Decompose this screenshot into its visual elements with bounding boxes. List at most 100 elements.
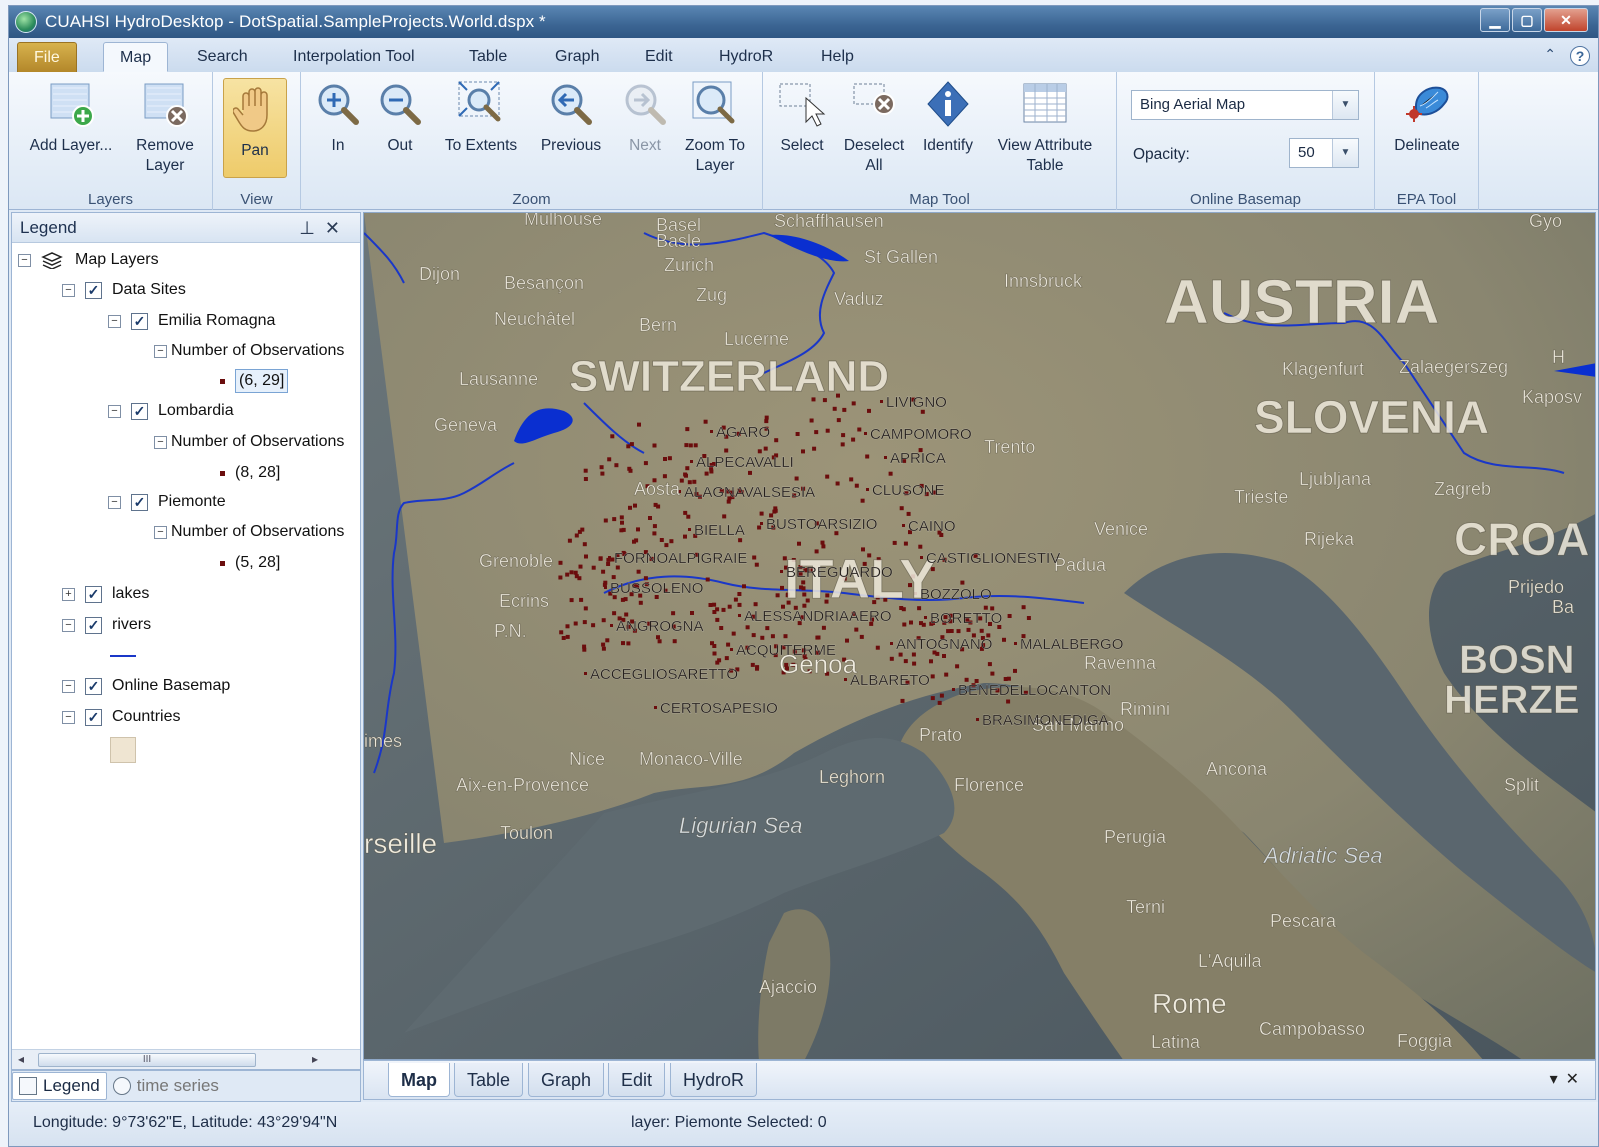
select-button[interactable]: Select [773, 78, 831, 156]
tree-node-online-basemap[interactable]: − ✓ Online Basemap [62, 677, 230, 695]
site-marker [690, 611, 694, 615]
opacity-select[interactable]: 50 ▼ [1289, 138, 1359, 168]
checkbox-checked[interactable]: ✓ [85, 616, 102, 634]
collapse-icon[interactable]: − [154, 435, 167, 449]
tree-node-emilia-romagna[interactable]: − ✓ Emilia Romagna [108, 312, 275, 330]
tab-map[interactable]: Map [103, 42, 169, 72]
scroll-right-icon[interactable]: ▸ [312, 1052, 318, 1066]
checkbox-checked[interactable]: ✓ [85, 281, 102, 299]
chevron-down-icon[interactable]: ▼ [1332, 91, 1358, 119]
site-marker [558, 560, 563, 565]
collapse-icon[interactable]: − [108, 404, 121, 418]
site-marker [832, 406, 837, 411]
delineate-button[interactable]: Delineate [1385, 78, 1469, 156]
zoom-previous-button[interactable]: Previous [531, 78, 611, 156]
collapse-icon[interactable]: − [108, 495, 121, 509]
zoom-to-layer-button[interactable]: Zoom To Layer [677, 78, 753, 176]
close-icon[interactable]: ✕ [325, 218, 350, 238]
checkbox-checked[interactable]: ✓ [131, 493, 148, 511]
tree-node-number-of-observations[interactable]: − Number of Observations [154, 433, 344, 451]
scroll-left-icon[interactable]: ◂ [18, 1052, 24, 1066]
tree-node-lombardia[interactable]: − ✓ Lombardia [108, 402, 234, 420]
tab-legend[interactable]: Legend [12, 1072, 107, 1100]
add-layer-button[interactable]: Add Layer... [21, 78, 121, 156]
map-tab-table[interactable]: Table [454, 1063, 524, 1097]
pin-icon[interactable]: ⊥ [299, 218, 325, 238]
legend-horizontal-scrollbar[interactable]: ◂ III ▸ [12, 1049, 360, 1069]
tab-graph[interactable]: Graph [539, 42, 615, 72]
tab-edit[interactable]: Edit [629, 42, 689, 72]
tree-node-symbol-range[interactable]: (8, 28] [220, 464, 280, 482]
collapse-icon[interactable]: − [62, 710, 75, 724]
minimize-button[interactable]: ▁ [1480, 8, 1510, 32]
city-label: Toulon [500, 823, 553, 843]
tab-hydror[interactable]: HydroR [703, 42, 789, 72]
tree-node-symbol-range[interactable]: (5, 28] [220, 554, 280, 572]
remove-layer-button[interactable]: Remove Layer [125, 78, 205, 176]
tree-node-lakes[interactable]: + ✓ lakes [62, 585, 149, 603]
site-marker [620, 597, 625, 602]
collapse-icon[interactable]: − [18, 253, 31, 267]
checkbox-checked[interactable]: ✓ [85, 708, 102, 726]
zoom-next-button[interactable]: Next [617, 78, 673, 156]
checkbox-checked[interactable]: ✓ [85, 585, 102, 603]
tab-search[interactable]: Search [181, 42, 264, 72]
site-marker [715, 617, 720, 622]
tree-node-map-layers[interactable]: − Map Layers [18, 251, 159, 269]
zoom-out-button[interactable]: Out [375, 78, 425, 156]
checkbox-checked[interactable]: ✓ [131, 312, 148, 330]
view-attribute-table-button[interactable]: View Attribute Table [987, 78, 1103, 176]
tab-interpolation-tool[interactable]: Interpolation Tool [277, 42, 431, 72]
map-canvas[interactable]: AUSTRIA SWITZERLAND SLOVENIA CROA BOSNHERZE I… [364, 213, 1596, 1060]
site-marker [652, 443, 657, 448]
tree-node-rivers[interactable]: − ✓ rivers [62, 616, 151, 634]
legend-header: Legend ⊥✕ [12, 213, 360, 243]
scrollbar-thumb[interactable]: III [38, 1053, 256, 1067]
city-label: Bern [639, 315, 677, 335]
close-icon[interactable]: ✕ [1566, 1071, 1587, 1088]
expand-icon[interactable]: + [62, 587, 75, 601]
site-label: ANGROGNA [616, 618, 704, 635]
checkbox-checked[interactable]: ✓ [131, 402, 148, 420]
app-globe-icon [15, 11, 37, 33]
collapse-icon[interactable]: − [62, 679, 75, 693]
tree-node-number-of-observations[interactable]: − Number of Observations [154, 523, 344, 541]
deselect-all-button[interactable]: Deselect All [839, 78, 909, 176]
river-line-symbol [110, 655, 136, 657]
dropdown-arrow-icon[interactable]: ▾ [1550, 1071, 1566, 1088]
collapse-icon[interactable]: − [154, 344, 167, 358]
collapse-ribbon-icon[interactable]: ⌃ [1544, 46, 1556, 66]
map-tab-hydror[interactable]: HydroR [670, 1063, 758, 1097]
tree-node-piemonte[interactable]: − ✓ Piemonte [108, 493, 226, 511]
map-tab-graph[interactable]: Graph [528, 1063, 605, 1097]
legend-tree: − Map Layers − ✓ Data Sites − ✓ Emilia R… [12, 243, 360, 1069]
collapse-icon[interactable]: − [62, 618, 75, 632]
tab-help[interactable]: Help [805, 42, 870, 72]
help-icon[interactable]: ? [1570, 46, 1590, 66]
tab-file[interactable]: File [17, 42, 77, 72]
site-marker [797, 541, 801, 546]
tree-node-data-sites[interactable]: − ✓ Data Sites [62, 281, 186, 299]
pan-button[interactable]: Pan [223, 78, 287, 178]
identify-button[interactable]: Identify [915, 78, 981, 156]
close-button[interactable]: ✕ [1544, 8, 1588, 32]
basemap-select[interactable]: Bing Aerial Map ▼ [1131, 90, 1359, 120]
zoom-in-button[interactable]: In [313, 78, 363, 156]
site-label: CAMPOMORO [870, 426, 972, 443]
maximize-button[interactable]: ▢ [1512, 8, 1542, 32]
collapse-icon[interactable]: − [108, 314, 121, 328]
checkbox-checked[interactable]: ✓ [85, 677, 102, 695]
site-marker [911, 652, 916, 657]
map-tab-map[interactable]: Map [388, 1063, 450, 1097]
tab-time-series[interactable]: time series [107, 1072, 225, 1100]
tree-node-countries[interactable]: − ✓ Countries [62, 708, 180, 726]
map-tab-edit[interactable]: Edit [608, 1063, 666, 1097]
chevron-down-icon[interactable]: ▼ [1332, 139, 1358, 167]
zoom-to-extents-button[interactable]: To Extents [435, 78, 527, 156]
map-view[interactable]: AUSTRIA SWITZERLAND SLOVENIA CROA BOSN HERZE I… [363, 212, 1596, 1060]
collapse-icon[interactable]: − [62, 283, 75, 297]
collapse-icon[interactable]: − [154, 525, 167, 539]
tab-table[interactable]: Table [453, 42, 523, 72]
tree-node-number-of-observations[interactable]: − Number of Observations [154, 342, 344, 360]
tree-node-symbol-range[interactable]: (6, 29] [220, 369, 289, 393]
